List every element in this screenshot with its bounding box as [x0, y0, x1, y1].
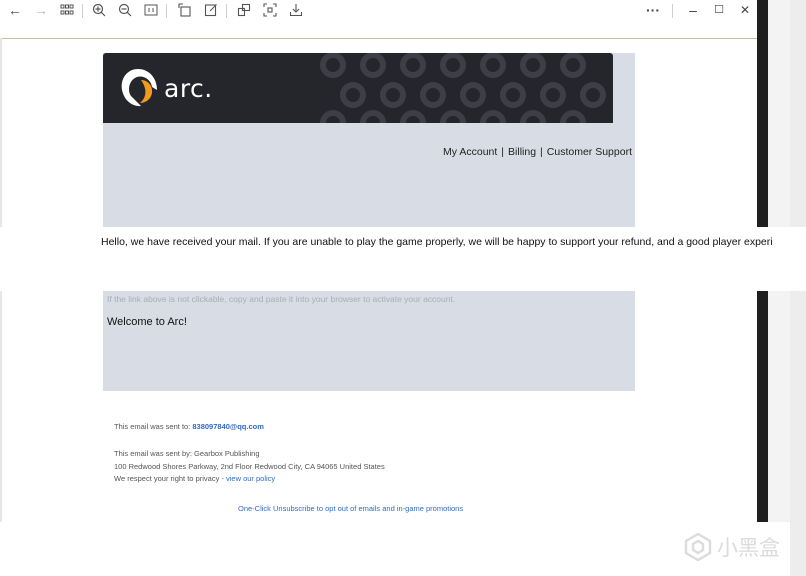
watermark-text: 小黑盒 — [717, 536, 780, 560]
sent-by-line: This email was sent by: Gearbox Publishi… — [114, 449, 260, 458]
sent-to-line: This email was sent to: 838097840@qq.com — [114, 422, 264, 431]
zoom-in-icon[interactable] — [88, 0, 110, 20]
nav-customer-support-link[interactable]: Customer Support — [547, 146, 632, 158]
email-body-panel — [103, 291, 635, 391]
support-reply-message: Hello, we have received your mail. If yo… — [101, 236, 773, 248]
fit-page-icon[interactable] — [140, 0, 162, 20]
more-options-button[interactable]: ··· — [642, 0, 664, 20]
toolbar-divider — [82, 4, 83, 18]
close-button[interactable]: ✕ — [734, 0, 756, 20]
link-hint-text: If the link above is not clickable, copy… — [107, 294, 456, 304]
watermark: 小黑盒 — [683, 532, 793, 562]
edit-icon[interactable] — [200, 0, 222, 20]
zoom-out-icon[interactable] — [114, 0, 136, 20]
crop-icon[interactable] — [233, 0, 255, 20]
arc-logo-text: arc. — [164, 74, 213, 103]
address-line: 100 Redwood Shores Parkway, 2nd Floor Re… — [114, 462, 385, 471]
fullscreen-icon[interactable] — [259, 0, 281, 20]
account-nav: My Account | Billing | Customer Support — [400, 146, 632, 158]
back-button[interactable]: ← — [4, 0, 26, 20]
sent-to-label: This email was sent to: — [114, 422, 193, 431]
download-icon[interactable] — [285, 0, 307, 20]
nav-billing-link[interactable]: Billing — [508, 146, 536, 158]
privacy-line: We respect your right to privacy - view … — [114, 474, 275, 483]
nav-separator: | — [501, 146, 505, 158]
forward-button[interactable]: → — [30, 0, 52, 20]
nav-my-account-link[interactable]: My Account — [443, 146, 497, 158]
banner-pattern-icon — [320, 53, 606, 123]
privacy-policy-link[interactable]: view our policy — [226, 474, 275, 483]
watermark-logo-icon — [684, 532, 712, 562]
maximize-button[interactable]: ☐ — [708, 0, 730, 20]
nav-separator: | — [540, 146, 543, 158]
toolbar-divider — [672, 4, 673, 18]
recipient-email-link[interactable]: 838097840@qq.com — [192, 422, 264, 431]
rotate-icon[interactable] — [174, 0, 196, 20]
page-bottom — [0, 522, 790, 576]
arc-logo-icon — [121, 69, 157, 107]
toolbar-divider — [226, 4, 227, 18]
minimize-button[interactable]: – — [682, 0, 704, 20]
toolbar-divider — [166, 4, 167, 18]
viewer-toolbar: ← → ··· – ☐ ✕ — [0, 0, 757, 39]
unsubscribe-link[interactable]: One-Click Unsubscribe to opt out of emai… — [238, 504, 463, 513]
grid-view-icon[interactable] — [56, 0, 78, 20]
welcome-text: Welcome to Arc! — [107, 316, 187, 328]
privacy-prefix: We respect your right to privacy - — [114, 474, 226, 483]
